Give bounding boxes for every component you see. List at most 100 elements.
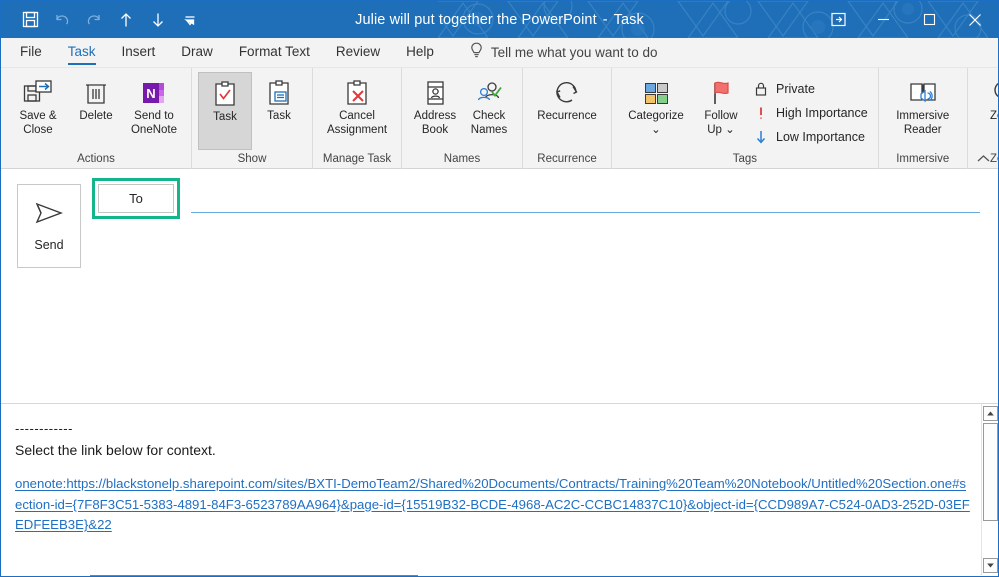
categorize-label: Categorize xyxy=(628,110,684,122)
ribbon-group-show: Task Task Show xyxy=(191,68,312,169)
follow-up-label-line1: Follow xyxy=(704,110,738,122)
immersive-reader-label-line2: Reader xyxy=(903,123,942,136)
tab-draw[interactable]: Draw xyxy=(168,37,226,67)
body-divider: ------------ xyxy=(15,421,73,436)
send-to-onenote-button[interactable]: N Send to OneNote xyxy=(123,72,185,137)
collapse-ribbon-icon[interactable] xyxy=(974,150,992,166)
ribbon-group-label-names: Names xyxy=(443,153,481,165)
categorize-dropdown-icon[interactable]: ⌄ xyxy=(651,124,661,138)
address-book-label-line1: Address xyxy=(413,110,457,122)
check-names-label-line1: Check xyxy=(472,110,506,122)
outlook-task-window: Julie will put together the PowerPoint -… xyxy=(0,0,999,577)
task-view-button[interactable]: Task xyxy=(198,72,252,150)
cancel-assignment-button[interactable]: Cancel Assignment xyxy=(319,72,395,137)
send-to-onenote-label-line2: OneNote xyxy=(130,123,178,136)
lock-icon xyxy=(752,81,770,97)
previous-item-icon[interactable] xyxy=(111,5,141,35)
save-icon[interactable] xyxy=(15,5,45,35)
task-body: ------------ Select the link below for c… xyxy=(1,404,998,575)
ribbon-group-label-immersive: Immersive xyxy=(896,153,950,165)
ribbon-group-tags: Categorize ⌄ Follow Up ⌄ Private High Im… xyxy=(611,68,878,169)
quick-access-toolbar xyxy=(1,5,205,35)
check-names-button[interactable]: Check Names xyxy=(462,72,516,137)
tell-me-placeholder: Tell me what you want to do xyxy=(490,44,658,60)
undo-icon[interactable] xyxy=(47,5,77,35)
follow-up-label-line2-text: Up xyxy=(707,123,722,136)
scrollbar-thumb[interactable] xyxy=(982,423,998,521)
onenote-link[interactable]: onenote:https://blackstonelp.sharepoint.… xyxy=(15,474,973,536)
ribbon-display-options-icon[interactable] xyxy=(816,1,860,38)
body-instruction: Select the link below for context. xyxy=(15,442,216,458)
tab-insert[interactable]: Insert xyxy=(109,37,169,67)
task-body-content[interactable]: ------------ Select the link below for c… xyxy=(1,404,981,575)
customize-quick-access-toolbar-icon[interactable] xyxy=(175,5,205,35)
private-button[interactable]: Private xyxy=(748,77,872,101)
ribbon-group-recurrence: Recurrence Recurrence xyxy=(522,68,611,169)
tab-file[interactable]: File xyxy=(7,37,55,67)
low-importance-button[interactable]: Low Importance xyxy=(748,125,872,149)
ribbon-group-label-tags: Tags xyxy=(732,153,757,165)
save-and-close-button[interactable]: Save & Close xyxy=(7,72,69,137)
tab-task[interactable]: Task xyxy=(55,37,109,67)
save-and-close-icon xyxy=(23,76,53,110)
recurrence-label: Recurrence xyxy=(537,110,597,122)
minimize-icon[interactable] xyxy=(860,1,906,38)
window-title-separator: - xyxy=(602,11,608,28)
tab-review[interactable]: Review xyxy=(323,37,393,67)
ribbon: Save & Close Delete N Send to OneNote Ac… xyxy=(1,68,998,169)
ribbon-group-manage-task: Cancel Assignment Manage Task xyxy=(312,68,401,169)
immersive-reader-icon xyxy=(907,76,939,110)
to-label: To xyxy=(129,191,143,206)
task-view-label: Task xyxy=(213,111,237,123)
check-names-icon xyxy=(475,76,503,110)
maximize-icon[interactable] xyxy=(906,1,952,38)
arrow-down-icon xyxy=(752,129,770,145)
immersive-reader-button[interactable]: Immersive Reader xyxy=(885,72,961,137)
tags-small-buttons: Private High Importance Low Importance xyxy=(748,72,872,149)
low-importance-label: Low Importance xyxy=(776,130,865,144)
ribbon-group-label-actions: Actions xyxy=(77,153,115,165)
send-button[interactable]: Send xyxy=(17,184,81,268)
follow-up-label-line2: Up ⌄ xyxy=(707,124,735,138)
tab-format-text[interactable]: Format Text xyxy=(226,37,323,67)
window-controls xyxy=(816,1,998,38)
onenote-icon: N xyxy=(140,76,168,110)
address-book-button[interactable]: Address Book xyxy=(408,72,462,137)
scrollbar-track[interactable] xyxy=(982,421,998,558)
tell-me-search[interactable]: Tell me what you want to do xyxy=(447,37,658,67)
scroll-up-icon[interactable] xyxy=(982,406,998,421)
delete-label: Delete xyxy=(79,110,113,122)
window-title-subtitle: Task xyxy=(613,11,644,28)
categorize-button[interactable]: Categorize ⌄ xyxy=(618,72,694,137)
recurrence-button[interactable]: Recurrence xyxy=(529,72,605,124)
trash-icon xyxy=(84,76,108,110)
follow-up-dropdown-icon[interactable]: ⌄ xyxy=(725,124,735,136)
to-input[interactable] xyxy=(191,212,980,213)
ribbon-group-label-recurrence: Recurrence xyxy=(537,153,597,165)
check-names-label-line2: Names xyxy=(470,123,508,136)
ribbon-group-names: Address Book Check Names Names xyxy=(401,68,522,169)
send-label: Send xyxy=(34,237,64,252)
delete-button[interactable]: Delete xyxy=(69,72,123,124)
ribbon-group-immersive: Immersive Reader Immersive xyxy=(877,68,967,169)
title-bar: Julie will put together the PowerPoint -… xyxy=(1,1,998,38)
flag-icon xyxy=(708,76,734,110)
scroll-down-icon[interactable] xyxy=(982,558,998,573)
next-item-icon[interactable] xyxy=(143,5,173,35)
follow-up-button[interactable]: Follow Up ⌄ xyxy=(694,72,748,137)
window-title-text: Julie will put together the PowerPoint xyxy=(355,11,597,28)
ribbon-group-label-show: Show xyxy=(237,153,267,165)
ribbon-group-label-manage-task: Manage Task xyxy=(322,153,392,165)
immersive-reader-label-line1: Immersive xyxy=(896,110,950,122)
address-book-label-line2: Book xyxy=(421,123,449,136)
categorize-icon xyxy=(641,76,671,110)
high-importance-button[interactable]: High Importance xyxy=(748,101,872,125)
zoom-label: Zoom xyxy=(990,110,998,122)
zoom-button[interactable]: Zoom xyxy=(974,72,998,124)
details-view-button[interactable]: Task xyxy=(252,72,306,124)
to-button[interactable]: To xyxy=(98,184,174,213)
close-icon[interactable] xyxy=(952,1,998,38)
tab-help[interactable]: Help xyxy=(393,37,447,67)
body-scrollbar[interactable] xyxy=(981,404,998,575)
redo-icon[interactable] xyxy=(79,5,109,35)
